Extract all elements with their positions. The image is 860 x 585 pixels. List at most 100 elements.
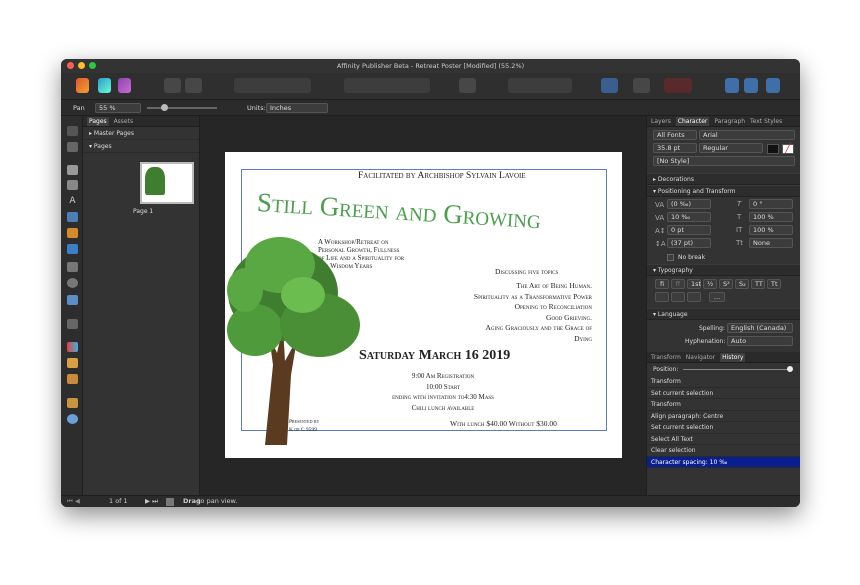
history-item[interactable]: Select All Text [647,434,800,445]
alternates-icon[interactable] [671,292,685,302]
first-page-icon[interactable]: ⏮ ◀ [67,496,80,507]
all-caps-button[interactable]: TT [751,279,765,289]
picture-frame-icon[interactable] [67,262,78,272]
history-item[interactable]: Transform [647,399,800,411]
poster-price: With lunch $40.00 Without $30.00 [450,419,557,428]
zoom-select[interactable]: 55 % [95,103,141,113]
typography-section[interactable]: ▾ Typography [647,264,800,276]
fractions-button[interactable]: ½ [703,279,717,289]
baseline-field[interactable]: 0 pt [667,225,711,235]
character-style-select[interactable]: [No Style] [653,156,795,166]
history-item-selected[interactable]: Character spacing: 10 ‰ [647,456,800,468]
place-image-icon[interactable] [67,295,78,305]
discretionary-ligatures-button[interactable]: ﬀ [671,279,685,289]
more-typography-button[interactable]: … [709,292,725,302]
color-picker-icon[interactable] [67,374,78,384]
publisher-persona-icon[interactable] [76,78,89,93]
share-icon[interactable] [185,78,202,93]
fill-tool-icon[interactable] [67,342,78,352]
leading-field[interactable]: (37 pt) [667,238,711,248]
skew-field[interactable]: 0 ° [749,199,793,209]
next-page-icon[interactable]: ▶ ⏭ [145,496,158,507]
snapping-icon[interactable] [633,78,650,93]
hyphenation-select[interactable]: Auto [727,336,793,346]
zoom-window-button[interactable] [89,62,96,69]
font-collection-select[interactable]: All Fonts [653,130,697,140]
tab-history[interactable]: History [720,353,746,362]
page-thumbnail[interactable] [140,162,194,204]
highlight-none-swatch[interactable]: ╱ [782,144,794,154]
tab-text-styles[interactable]: Text Styles [750,118,782,125]
pen-tool-icon[interactable] [67,212,78,222]
node-tool-icon[interactable] [67,142,78,152]
history-item[interactable]: Clear selection [647,445,800,457]
tab-assets[interactable]: Assets [114,118,134,125]
master-pages-row[interactable]: ▸ Master Pages [83,127,199,140]
align-group-icon[interactable] [344,78,430,93]
upload-icon[interactable] [164,78,181,93]
tab-pages[interactable]: Pages [87,117,109,126]
history-item[interactable]: Align paragraph: Centre [647,411,800,422]
minimize-window-button[interactable] [78,62,85,69]
stylistic-icon[interactable] [687,292,701,302]
transparency-tool-icon[interactable] [67,358,78,368]
units-select[interactable]: Inches [266,103,328,113]
history-position-slider[interactable] [683,369,789,370]
pages-row[interactable]: ▾ Pages [83,140,199,153]
close-window-button[interactable] [67,62,74,69]
no-break-checkbox[interactable] [667,254,674,261]
decorations-section[interactable]: ▸ Decorations [647,173,800,185]
preflight-icon[interactable] [601,78,618,93]
crop-tool-icon[interactable] [67,319,78,329]
rectangle-tool-icon[interactable] [67,244,78,254]
magnet-icon[interactable] [664,78,692,93]
photo-persona-icon[interactable] [98,78,111,93]
text-options-icon[interactable] [459,78,476,93]
pencil-tool-icon[interactable] [67,228,78,238]
ordinals-button[interactable]: 1st [687,279,701,289]
zoom-slider[interactable] [147,104,217,111]
font-family-select[interactable]: Arial [699,130,795,140]
spread-view-icon[interactable] [166,498,174,506]
swash-icon[interactable] [655,292,669,302]
frame-group-icon[interactable] [508,78,572,93]
kerning-icon: VA [655,201,665,209]
designer-persona-icon[interactable] [118,78,131,93]
positioning-section[interactable]: ▾ Positioning and Transform [647,185,800,197]
persona-studio-icon[interactable] [725,78,739,93]
ligatures-button[interactable]: fi [655,279,669,289]
superscript-button[interactable]: S² [719,279,733,289]
document-canvas[interactable]: Facilitated by Archbishop Sylvain Lavoie… [200,116,646,495]
tab-paragraph[interactable]: Paragraph [714,118,745,125]
transform-group-icon[interactable] [234,78,311,93]
hand-tool-icon[interactable] [67,398,78,408]
case-select[interactable]: None [749,238,793,248]
font-style-select[interactable]: Regular [699,143,763,153]
frame-text-icon[interactable] [67,165,78,175]
text-color-swatch[interactable] [767,144,779,154]
place-icon[interactable] [766,78,780,93]
language-section[interactable]: ▾ Language [647,308,800,320]
tracking-field[interactable]: 10 ‰ [667,212,711,222]
small-caps-button[interactable]: Tt [767,279,781,289]
tab-layers[interactable]: Layers [651,118,671,125]
font-size-field[interactable]: 35.8 pt [653,143,697,153]
tab-navigator[interactable]: Navigator [686,354,715,361]
history-item[interactable]: Transform [647,376,800,388]
move-tool-icon[interactable] [67,126,78,136]
artistic-text-icon[interactable]: A [67,196,78,206]
tab-character[interactable]: Character [675,117,710,126]
vertical-scale-field[interactable]: 100 % [749,225,793,235]
spelling-select[interactable]: English (Canada) [727,323,793,333]
subscript-button[interactable]: S₂ [735,279,749,289]
history-item[interactable]: Set current selection [647,388,800,399]
arrange-icon[interactable] [744,78,758,93]
kerning-field[interactable]: (0 ‰) [667,199,711,209]
table-tool-icon[interactable] [67,180,78,190]
zoom-tool-icon[interactable] [67,414,78,424]
tab-transform[interactable]: Transform [651,354,681,361]
horizontal-scale-field[interactable]: 100 % [749,212,793,222]
ellipse-frame-icon[interactable] [67,278,78,288]
history-item[interactable]: Set current selection [647,422,800,434]
history-slider-knob[interactable] [787,366,793,372]
